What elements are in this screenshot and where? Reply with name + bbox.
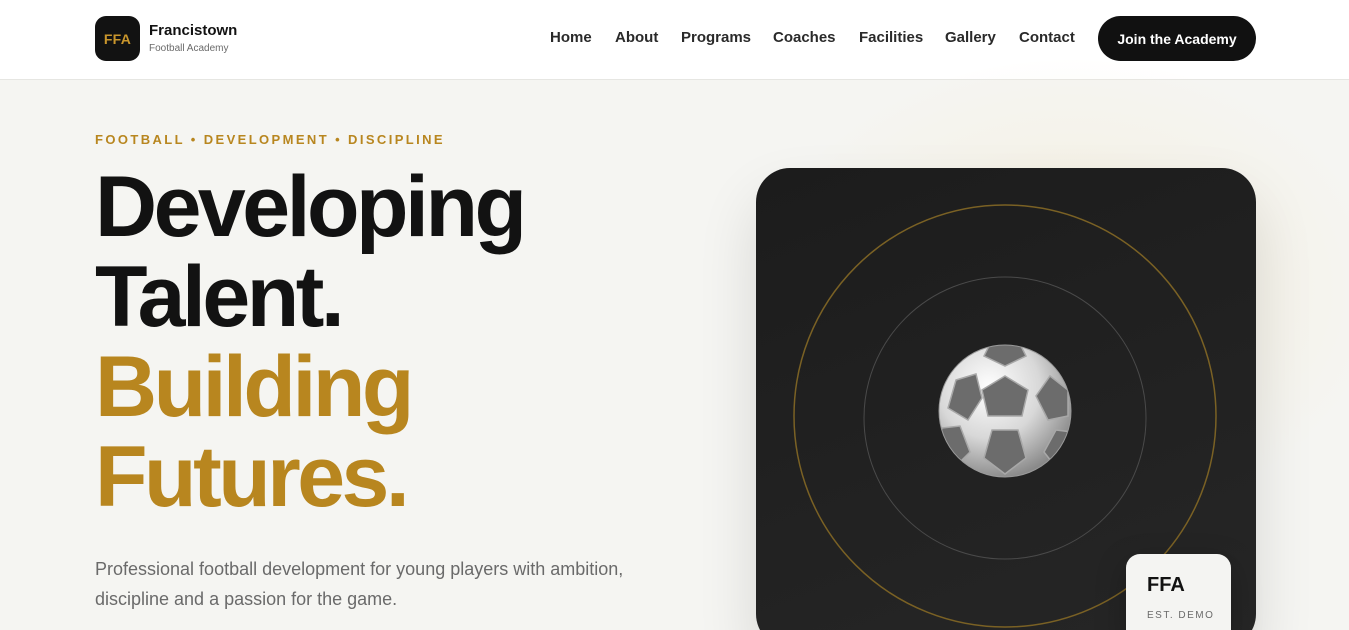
soccer-ball-icon (938, 344, 1072, 478)
nav-facilities[interactable]: Facilities (859, 29, 923, 47)
brand[interactable]: FFA Francistown Football Academy (95, 16, 237, 61)
hero-description-line-2: discipline and a passion for the game. (95, 589, 398, 609)
headline-line-3: Building (95, 339, 414, 435)
brand-logo[interactable]: FFA (95, 16, 140, 61)
headline-line-1: Developing (95, 159, 527, 255)
nav-coaches[interactable]: Coaches (773, 29, 836, 47)
nav-home[interactable]: Home (550, 29, 592, 47)
badge-subtitle: EST. DEMO (1147, 610, 1215, 621)
brand-text: Francistown Football Academy (149, 22, 237, 55)
hero-headline: Developing Talent. Building Futures. (95, 159, 527, 525)
nav-programs[interactable]: Programs (681, 29, 751, 47)
hero-description-line-1: Professional football development for yo… (95, 559, 624, 579)
logo-text: FFA (103, 30, 132, 47)
headline-line-4: Futures. (95, 429, 410, 525)
nav-about[interactable]: About (615, 29, 658, 47)
join-academy-button[interactable]: Join the Academy (1098, 16, 1256, 61)
est-badge: FFA EST. DEMO (1126, 554, 1231, 630)
brand-subtitle: Football Academy (149, 43, 229, 54)
nav-contact[interactable]: Contact (1019, 29, 1075, 47)
brand-name: Francistown (149, 22, 238, 39)
nav-gallery[interactable]: Gallery (945, 29, 996, 47)
hero-eyebrow: FOOTBALL • DEVELOPMENT • DISCIPLINE (95, 132, 445, 147)
badge-title: FFA (1147, 574, 1185, 596)
headline-line-2: Talent. (95, 249, 345, 345)
hero-description: Professional football development for yo… (95, 554, 655, 614)
